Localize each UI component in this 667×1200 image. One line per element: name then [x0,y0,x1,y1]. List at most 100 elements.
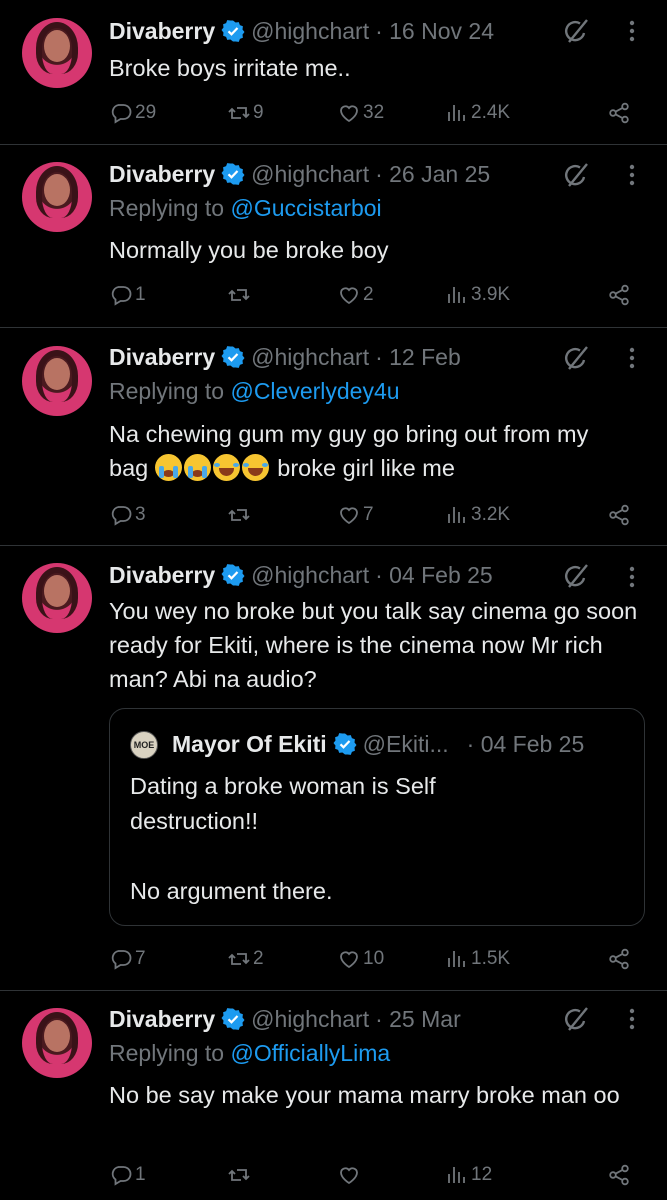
like-button[interactable]: 32 [337,98,384,128]
views-button[interactable]: 1.5K [445,944,510,974]
author-name[interactable]: Divaberry [109,344,215,371]
repost-icon [227,283,251,307]
author-handle[interactable]: @highchart [251,1006,369,1033]
author-name[interactable]: Divaberry [109,161,215,188]
repost-button[interactable] [227,280,253,310]
quoted-tweet[interactable]: MOE Mayor Of Ekiti @Ekiti... · 04 Feb 25… [109,708,645,926]
share-icon [607,503,631,527]
tweet-text-line: Na chewing gum my guy go bring out from … [109,421,589,447]
view-count: 2.4K [471,102,511,123]
views-button[interactable]: 12 [445,1160,492,1190]
heart-icon [337,503,361,527]
avatar[interactable] [22,346,92,416]
tweet-date[interactable]: · 12 Feb [375,344,461,371]
reply-button[interactable]: 1 [109,1160,146,1190]
quoted-author-handle[interactable]: @Ekiti... [363,731,449,758]
tweet-5[interactable]: Divaberry @highchart · 25 Mar Replying t… [0,991,667,1200]
like-count: 2 [363,284,374,305]
like-button[interactable]: 7 [337,500,374,530]
more-options-icon[interactable] [622,162,642,188]
views-button[interactable]: 3.9K [445,280,510,310]
reply-button[interactable]: 29 [109,98,156,128]
author-handle[interactable]: @highchart [251,161,369,188]
share-icon [607,283,631,307]
quoted-avatar[interactable]: MOE [130,731,158,759]
tweet-date[interactable]: · 04 Feb 25 [375,562,493,589]
tweet-actions: 1 2 3.9K [109,280,639,310]
reply-button[interactable]: 7 [109,944,146,974]
repost-button[interactable]: 2 [227,944,264,974]
grok-icon[interactable] [563,563,589,589]
views-icon [445,503,469,527]
avatar[interactable] [22,18,92,88]
author-name[interactable]: Divaberry [109,1006,215,1033]
reply-count: 1 [135,284,146,305]
reply-count: 29 [135,102,157,123]
author-handle[interactable]: @highchart [251,18,369,45]
author-handle[interactable]: @highchart [251,344,369,371]
tweet-date[interactable]: · 25 Mar [375,1006,461,1033]
share-button[interactable] [607,280,631,310]
tweet-1[interactable]: Divaberry @highchart · 16 Nov 24 Broke b… [0,0,667,144]
share-button[interactable] [607,944,631,974]
verified-badge-icon [221,563,245,587]
tweet-text: Broke boys irritate me.. [109,55,351,81]
heart-icon [337,1163,361,1187]
tweet-text: Na chewing gum my guy go bring out from … [109,417,654,485]
repost-icon [227,503,251,527]
more-options-icon[interactable] [622,345,642,371]
heart-icon [337,283,361,307]
avatar[interactable] [22,563,92,633]
tweet-date[interactable]: · 16 Nov 24 [375,18,494,45]
more-options-icon[interactable] [622,564,642,590]
reply-button[interactable]: 3 [109,500,146,530]
reply-count: 3 [135,504,146,525]
verified-badge-icon [221,345,245,369]
quoted-tweet-text: Dating a broke woman is Self destruction… [130,769,630,909]
author-name[interactable]: Divaberry [109,18,215,45]
tweet-2[interactable]: Divaberry @highchart · 26 Jan 25 Replyin… [0,145,667,326]
face-with-tears-of-joy-emoji [212,454,240,481]
tweet-date[interactable]: · 26 Jan 25 [375,161,490,188]
like-button[interactable]: 2 [337,280,374,310]
more-options-icon[interactable] [622,18,642,44]
quoted-author-name[interactable]: Mayor Of Ekiti [172,731,327,758]
tweet-3[interactable]: Divaberry @highchart · 12 Feb Replying t… [0,328,667,545]
like-button[interactable] [337,1160,363,1190]
grok-icon[interactable] [563,18,589,44]
grok-icon[interactable] [563,345,589,371]
author-handle[interactable]: @highchart [251,562,369,589]
like-count: 32 [363,102,385,123]
avatar[interactable] [22,1008,92,1078]
repost-count: 2 [253,948,264,969]
share-button[interactable] [607,500,631,530]
views-button[interactable]: 3.2K [445,500,510,530]
reply-button[interactable]: 1 [109,280,146,310]
tweet-text-line: bag broke girl like me [109,451,654,485]
author-name[interactable]: Divaberry [109,562,215,589]
repost-icon [227,1163,251,1187]
quoted-tweet-date: · 04 Feb 25 [466,730,585,757]
share-button[interactable] [607,1160,631,1190]
reply-count: 1 [135,1164,146,1185]
more-options-icon[interactable] [622,1006,642,1032]
repost-button[interactable]: 9 [227,98,264,128]
verified-badge-icon [221,162,245,186]
repost-button[interactable] [227,500,253,530]
share-icon [607,101,631,125]
grok-icon[interactable] [563,162,589,188]
grok-icon[interactable] [563,1006,589,1032]
repost-button[interactable] [227,1160,253,1190]
tweet-text: No be say make your mama marry broke man… [109,1082,620,1108]
tweet-text: Normally you be broke boy [109,237,389,263]
reply-icon [109,283,133,307]
replying-to-label: Replying to [109,378,225,404]
like-button[interactable]: 10 [337,944,384,974]
avatar[interactable] [22,162,92,232]
replying-to-mention[interactable]: @Cleverlydey4u [230,378,399,404]
share-button[interactable] [607,98,631,128]
replying-to-mention[interactable]: @OfficiallyLima [230,1040,390,1066]
heart-icon [337,101,361,125]
views-button[interactable]: 2.4K [445,98,510,128]
replying-to-mention[interactable]: @Guccistarboi [230,195,381,221]
